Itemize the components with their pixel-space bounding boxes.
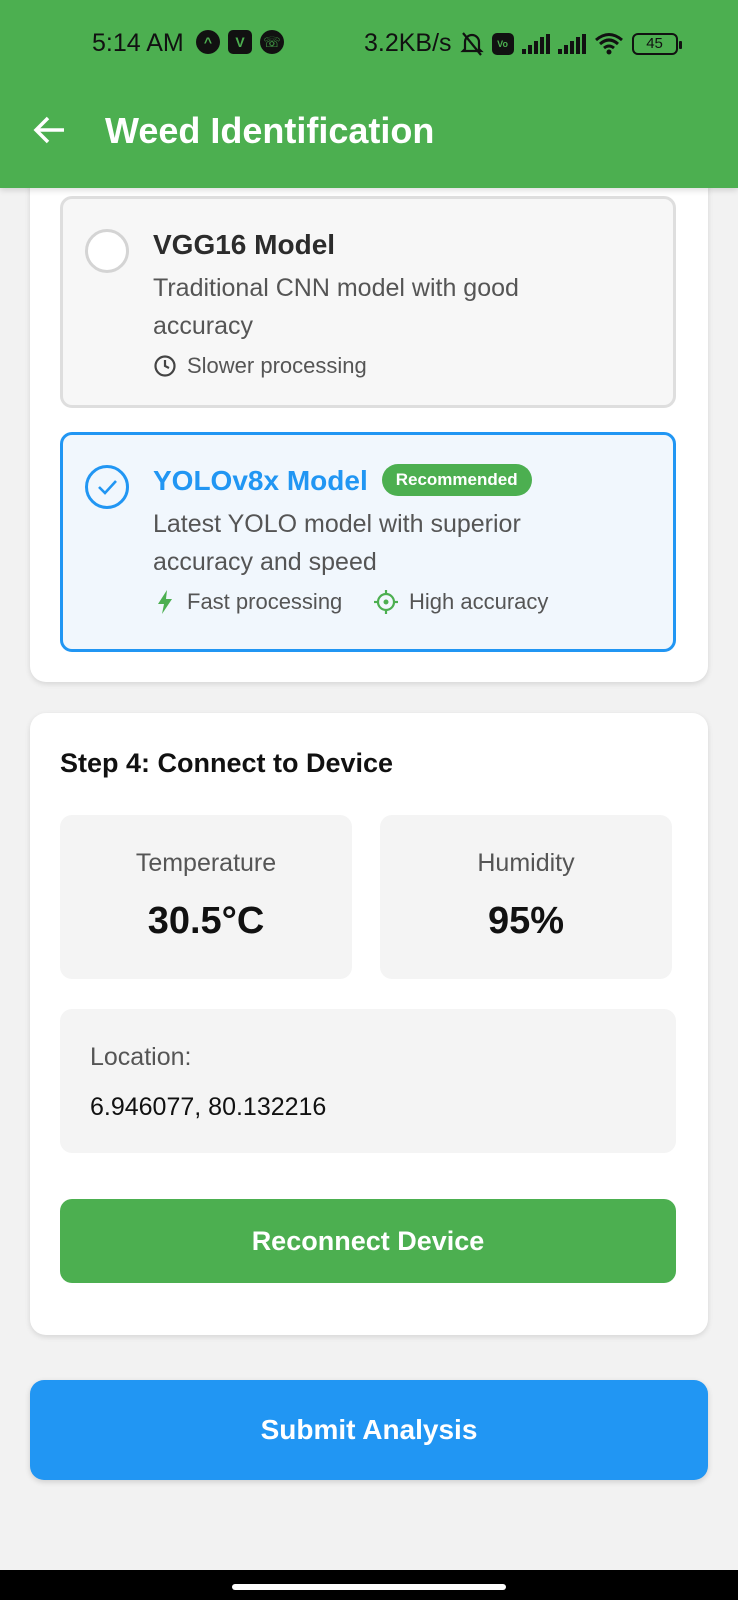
feature-slower-processing: Slower processing <box>153 353 367 379</box>
model-option-yolov8x[interactable]: YOLOv8x Model Recommended Latest YOLO mod… <box>60 432 676 652</box>
app-a-icon: ^ <box>196 30 220 54</box>
arrow-left-icon[interactable] <box>32 112 68 148</box>
temperature-tile: Temperature 30.5°C <box>60 815 352 979</box>
location-tile: Location: 6.946077, 80.132216 <box>60 1009 676 1153</box>
battery-icon: 45 <box>631 32 682 55</box>
crosshair-icon <box>374 590 398 614</box>
reconnect-device-button[interactable]: Reconnect Device <box>60 1199 676 1283</box>
signal-icon <box>557 33 586 54</box>
volte-icon: Vo <box>491 32 514 55</box>
page-title: Weed Identification <box>105 110 435 151</box>
humidity-label: Humidity <box>477 849 575 877</box>
status-bar: 5:14 AM ^ V ☏ 3.2KB/s Vo 45 <box>0 0 738 88</box>
status-right: 3.2KB/s Vo 45 <box>364 29 682 58</box>
model-option-vgg16[interactable]: VGG16 Model Traditional CNN model with g… <box>60 196 676 408</box>
notification-icons: ^ V ☏ <box>196 30 284 54</box>
status-time: 5:14 AM <box>92 29 184 57</box>
model-title-text: YOLOv8x Model <box>153 465 368 496</box>
temperature-value: 30.5°C <box>147 900 265 942</box>
feature-label: Fast processing <box>187 589 343 614</box>
recommended-badge: Recommended <box>381 463 532 496</box>
model-title: YOLOv8x Model Recommended <box>153 463 532 499</box>
network-speed: 3.2KB/s <box>364 29 452 57</box>
home-gesture-handle[interactable] <box>232 1584 506 1590</box>
temperature-label: Temperature <box>135 849 277 877</box>
lightning-icon <box>158 590 172 614</box>
model-description: Latest YOLO model with superior accuracy… <box>153 510 521 576</box>
humidity-tile: Humidity 95% <box>380 815 672 979</box>
wifi-icon <box>594 32 623 54</box>
submit-analysis-button[interactable]: Submit Analysis <box>30 1380 708 1480</box>
feature-label: High accuracy <box>409 589 549 614</box>
model-description: Traditional CNN model with good accuracy <box>153 274 519 340</box>
humidity-value: 95% <box>487 900 565 942</box>
feature-high-accuracy: High accuracy <box>373 589 548 615</box>
clock-icon <box>154 355 176 377</box>
app-v-icon: V <box>228 30 252 54</box>
location-value: 6.946077, 80.132216 <box>90 1093 327 1121</box>
app-whatsapp-icon: ☏ <box>260 30 284 54</box>
device-card: Step 4: Connect to Device Temperature 30… <box>30 713 708 1335</box>
radio-unselected[interactable] <box>85 229 129 273</box>
signal-icon <box>521 33 550 54</box>
mute-bell-icon <box>459 31 484 56</box>
model-title: VGG16 Model <box>153 229 336 260</box>
feature-label: Slower processing <box>187 353 367 378</box>
step-title: Step 4: Connect to Device <box>60 748 394 778</box>
feature-fast-processing: Fast processing <box>153 589 342 615</box>
model-selection-card: VGG16 Model Traditional CNN model with g… <box>30 150 708 682</box>
app-bar: Weed Identification <box>0 88 738 188</box>
location-label: Location: <box>90 1043 192 1071</box>
top-bar: 5:14 AM ^ V ☏ 3.2KB/s Vo 45 Weed Identif… <box>0 0 738 188</box>
check-circle-icon[interactable] <box>85 465 129 509</box>
